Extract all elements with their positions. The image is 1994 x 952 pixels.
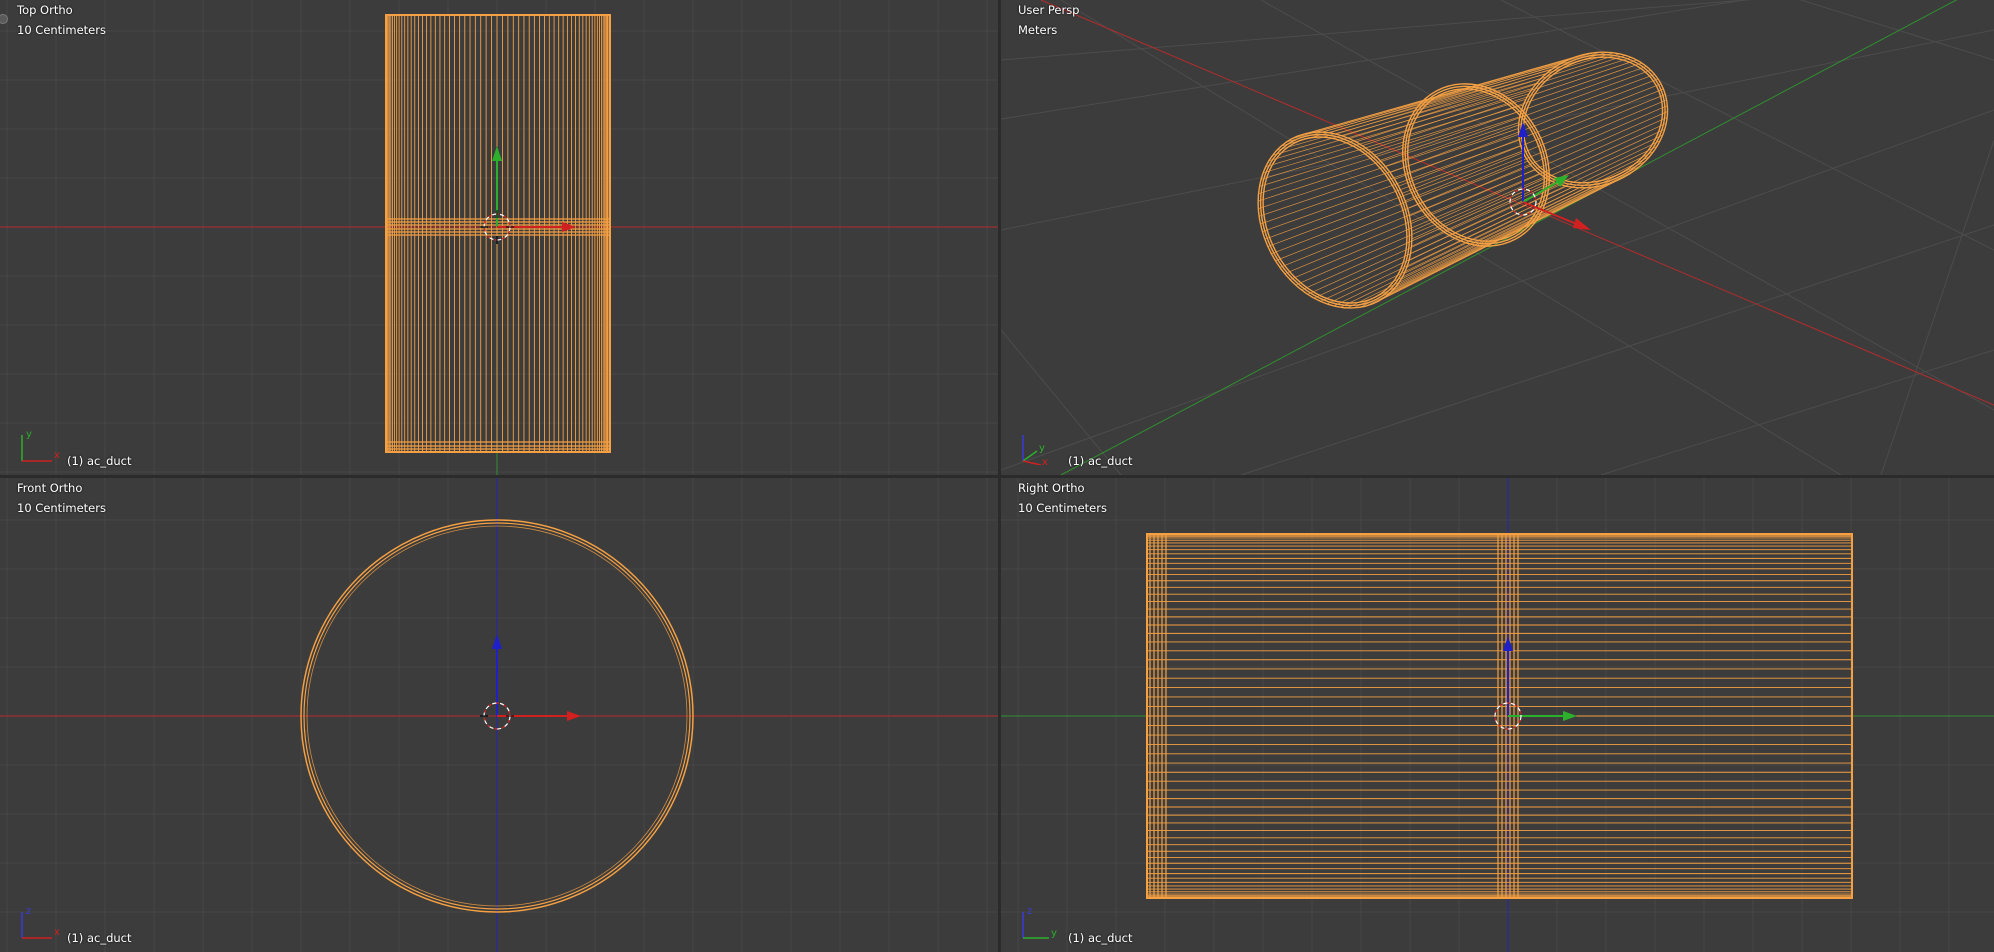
duct-wireframe-top[interactable] <box>385 14 611 453</box>
svg-text:y: y <box>26 429 32 440</box>
transform-manipulator-icon[interactable] <box>492 634 581 721</box>
svg-text:y: y <box>1051 928 1057 939</box>
view-name-label: Right Ortho <box>1018 481 1085 495</box>
view-axes-widget-icon: z y <box>1022 906 1057 939</box>
active-object-label: (1) ac_duct <box>1068 931 1133 945</box>
viewport-top-scene[interactable] <box>0 0 998 475</box>
viewport-right-scene[interactable] <box>1001 478 1994 952</box>
x-axis-line <box>1040 0 1994 406</box>
view-axes-widget-icon: z x <box>21 906 60 939</box>
grid-unit-label: Meters <box>1018 23 1058 37</box>
svg-text:y: y <box>1039 443 1045 454</box>
svg-text:x: x <box>1042 457 1048 465</box>
svg-text:x: x <box>54 450 60 461</box>
view-name-label: User Persp <box>1018 3 1080 17</box>
viewport-user-scene[interactable] <box>1001 0 1994 475</box>
viewport-front-ortho[interactable]: Front Ortho 10 Centimeters z x (1) ac_du… <box>0 478 998 952</box>
view-axes-widget-icon: y x <box>21 429 60 462</box>
view-name-label: Top Ortho <box>17 3 73 17</box>
duct-wireframe-right[interactable] <box>1146 533 1853 899</box>
viewport-front-scene[interactable] <box>0 478 998 952</box>
active-object-label: (1) ac_duct <box>1068 454 1133 468</box>
view-axes-widget-icon: y x <box>1022 435 1048 465</box>
viewport-user-persp[interactable]: User Persp Meters y x (1) ac_duct <box>1001 0 1994 475</box>
viewport-top-ortho[interactable]: Top Ortho 10 Centimeters y x (1) ac_duct <box>0 0 998 475</box>
grid-unit-label: 10 Centimeters <box>17 501 106 515</box>
duct-wireframe-persp[interactable] <box>1228 26 1691 335</box>
grid-unit-label: 10 Centimeters <box>17 23 106 37</box>
viewport-grid <box>0 0 998 475</box>
svg-text:x: x <box>54 927 60 938</box>
view-name-label: Front Ortho <box>17 481 83 495</box>
viewport-right-ortho[interactable]: Right Ortho 10 Centimeters z y (1) ac_du… <box>1001 478 1994 952</box>
active-object-label: (1) ac_duct <box>67 454 132 468</box>
svg-text:z: z <box>1027 906 1032 917</box>
active-object-label: (1) ac_duct <box>67 931 132 945</box>
grid-unit-label: 10 Centimeters <box>1018 501 1107 515</box>
svg-text:z: z <box>26 906 31 917</box>
